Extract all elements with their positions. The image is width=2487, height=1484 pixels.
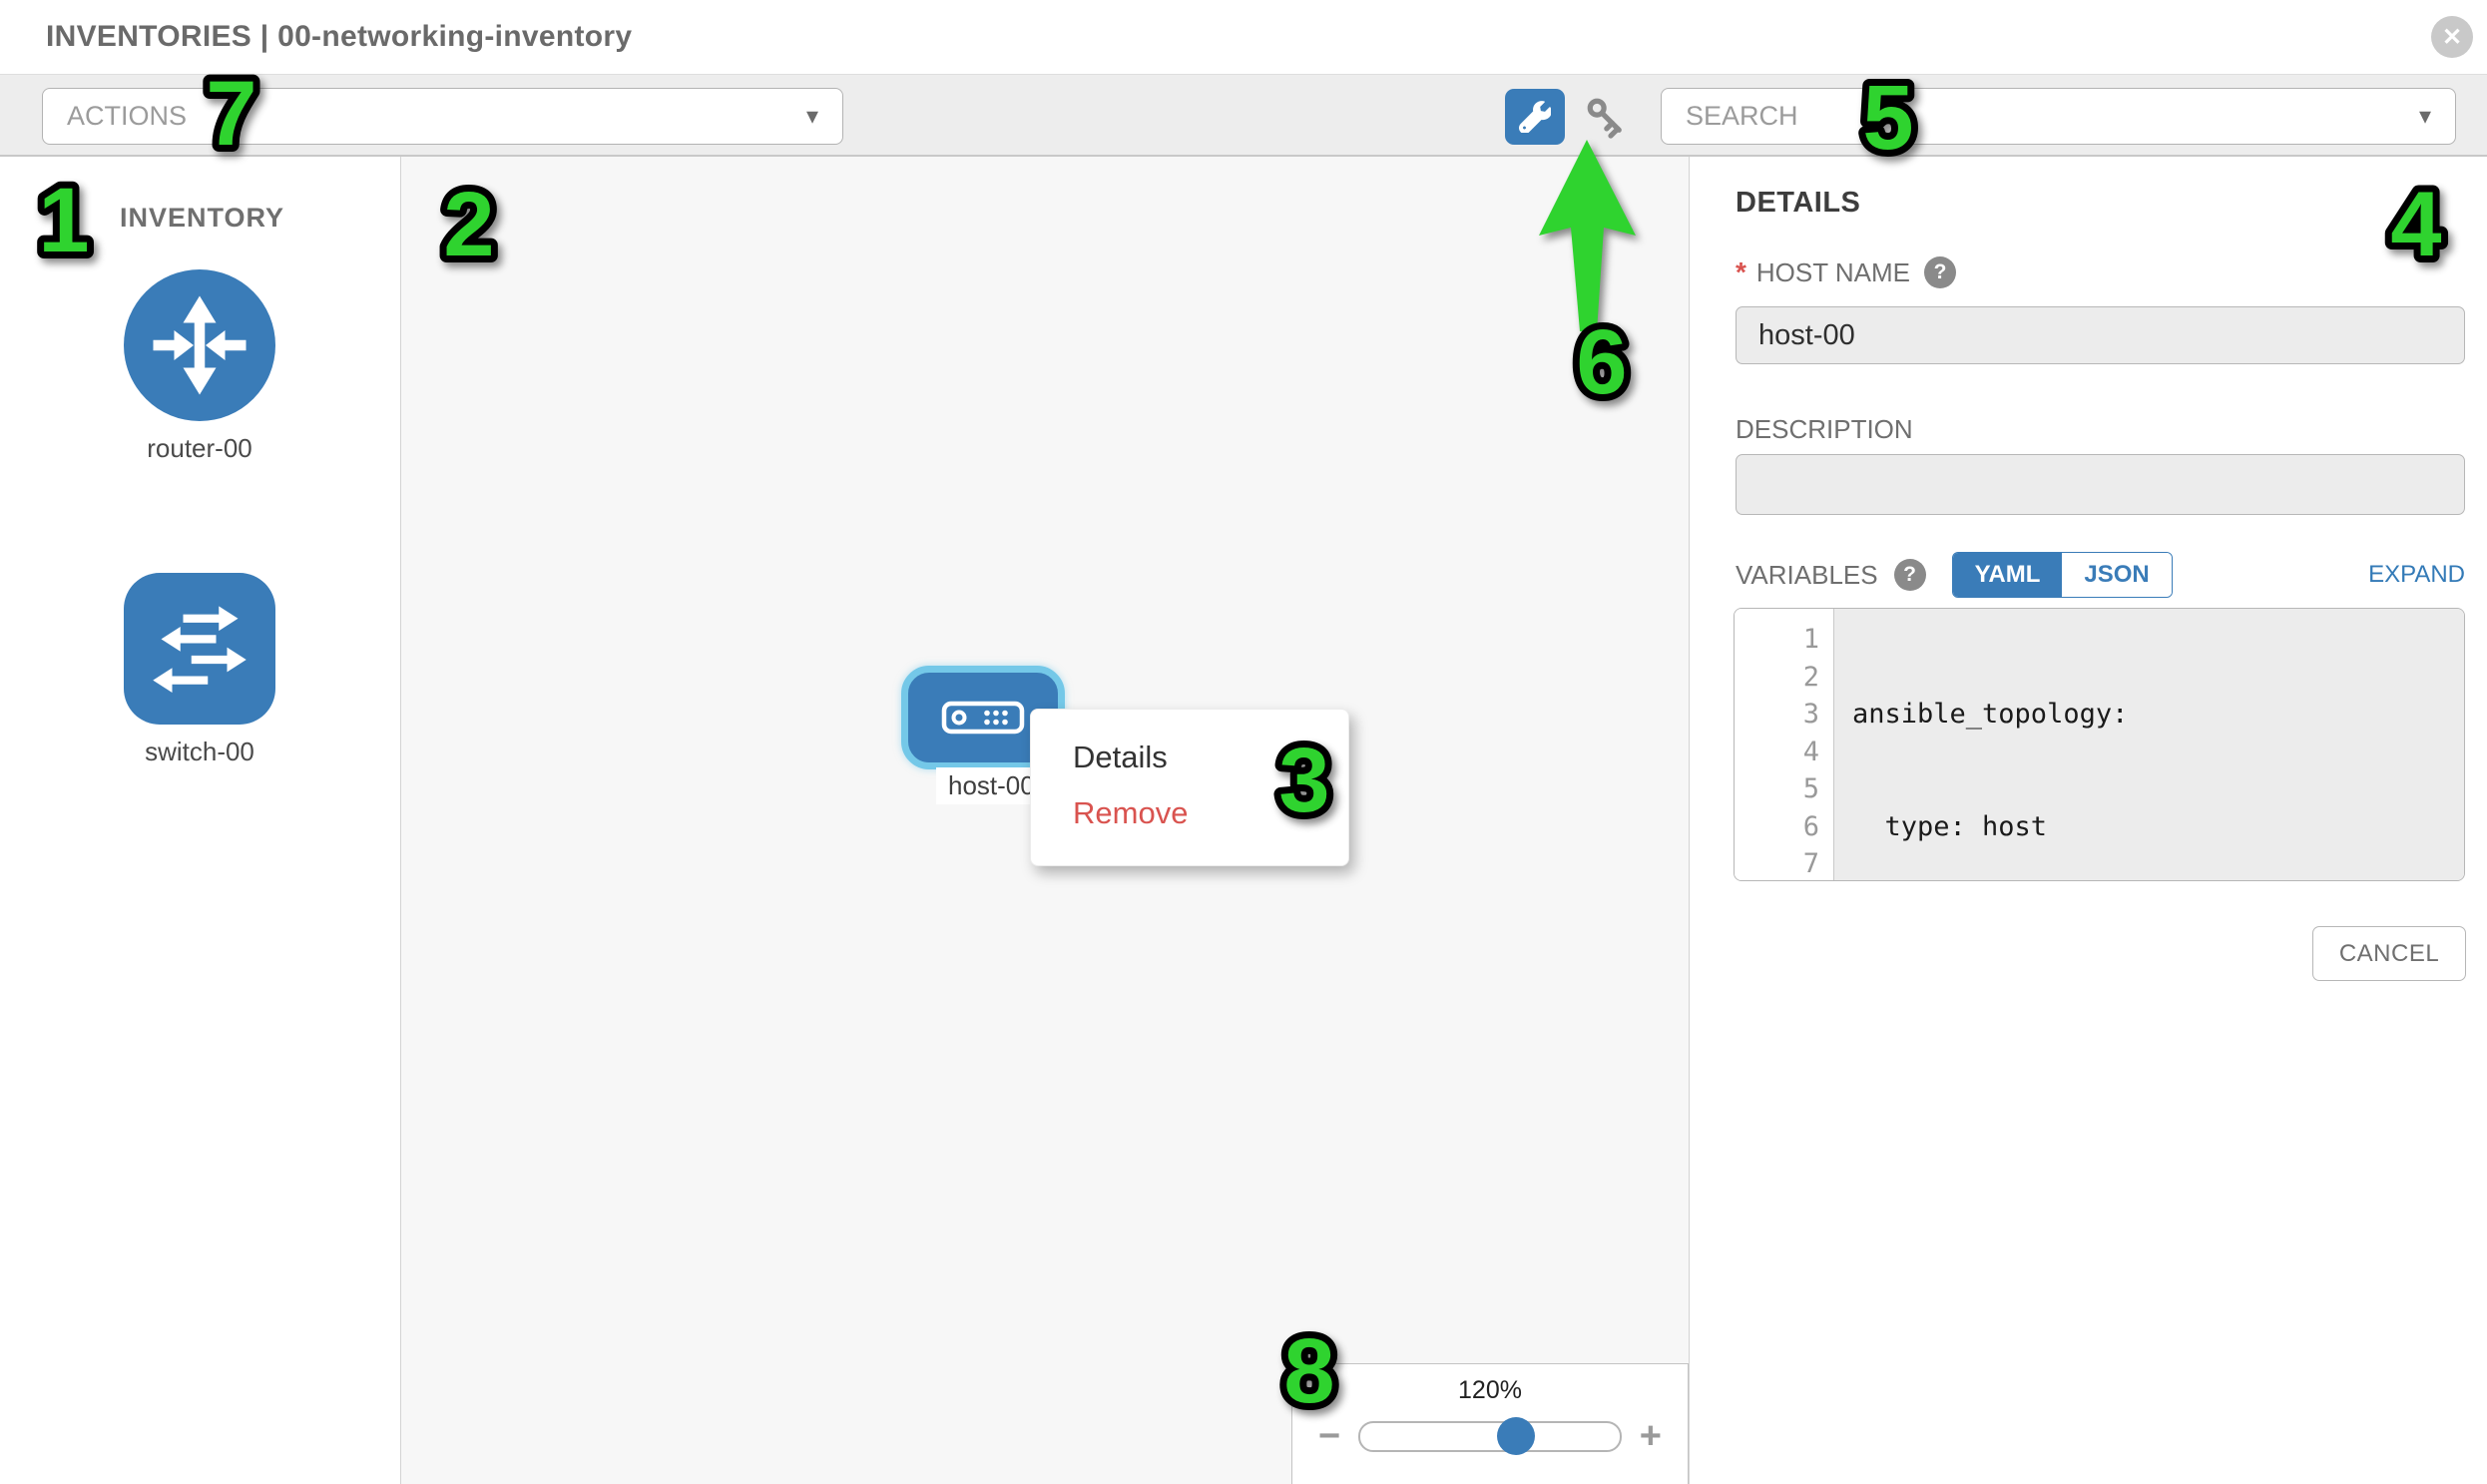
zoom-level: 120% <box>1292 1376 1688 1405</box>
header: INVENTORIES | 00-networking-inventory ✕ <box>0 0 2487 74</box>
editor-code[interactable]: ansible_topology: type: host name: host-… <box>1834 609 2464 880</box>
router-icon <box>124 269 275 421</box>
context-menu: Details Remove <box>1030 709 1349 866</box>
code-line: ansible_topology: <box>1852 696 2464 734</box>
key-icon <box>1581 92 1633 144</box>
actions-dropdown[interactable]: ACTIONS ▾ <box>42 88 843 145</box>
wrench-icon <box>1519 101 1551 133</box>
json-tab[interactable]: JSON <box>2062 553 2171 597</box>
variables-label-group: VARIABLES ? <box>1736 559 1926 591</box>
details-panel: DETAILS * HOST NAME ? host-00 DESCRIPTIO… <box>1690 157 2487 1484</box>
zoom-in-button[interactable]: + <box>1640 1417 1662 1455</box>
sidebar-item-router[interactable]: router-00 <box>120 269 279 464</box>
yaml-tab[interactable]: YAML <box>1953 553 2063 597</box>
variables-editor: 1 2 3 4 5 6 7 ansible_topology: type: ho… <box>1734 608 2465 881</box>
menu-item-details[interactable]: Details <box>1031 730 1348 785</box>
minus-icon: − <box>1318 1415 1340 1457</box>
code-line: type: host <box>1852 808 2464 846</box>
chevron-down-icon: ▾ <box>2419 102 2431 131</box>
switch-icon <box>124 573 275 725</box>
toolbar: ACTIONS ▾ SEARCH ▾ <box>0 74 2487 157</box>
chevron-down-icon: ▾ <box>806 102 818 131</box>
required-asterisk: * <box>1736 256 1746 288</box>
topology-canvas[interactable]: host-00 Details Remove 120% − + <box>401 157 1690 1484</box>
menu-item-remove[interactable]: Remove <box>1031 785 1348 841</box>
zoom-out-button[interactable]: − <box>1318 1417 1340 1455</box>
variables-row: VARIABLES ? YAML JSON EXPAND <box>1736 552 2465 598</box>
description-label-row: DESCRIPTION <box>1736 414 1913 445</box>
actions-dropdown-label: ACTIONS <box>67 101 187 132</box>
format-toggle: YAML JSON <box>1952 552 2173 598</box>
inventory-topology-page: INVENTORIES | 00-networking-inventory ✕ … <box>0 0 2487 1484</box>
search-dropdown-label: SEARCH <box>1686 101 1798 132</box>
inventory-sidebar: INVENTORY router-00 <box>0 157 401 1484</box>
details-heading: DETAILS <box>1736 187 1860 220</box>
cancel-button[interactable]: CANCEL <box>2312 926 2466 981</box>
close-icon: ✕ <box>2442 23 2462 52</box>
page-title: INVENTORIES | 00-networking-inventory <box>46 20 632 54</box>
expand-link[interactable]: EXPAND <box>2368 561 2465 589</box>
line-number: 4 <box>1735 734 1819 771</box>
line-number: 3 <box>1735 696 1819 734</box>
search-dropdown[interactable]: SEARCH ▾ <box>1661 88 2456 145</box>
host-name-label: HOST NAME <box>1756 257 1910 288</box>
help-icon[interactable]: ? <box>1894 559 1926 591</box>
plus-icon: + <box>1640 1415 1662 1457</box>
sidebar-item-switch[interactable]: switch-00 <box>120 573 279 767</box>
zoom-slider-track[interactable] <box>1358 1421 1622 1452</box>
device-label: switch-00 <box>120 737 279 767</box>
host-icon <box>941 701 1025 735</box>
line-number: 1 <box>1735 621 1819 659</box>
editor-gutter: 1 2 3 4 5 6 7 <box>1735 609 1834 880</box>
line-number: 7 <box>1735 845 1819 881</box>
device-label: router-00 <box>120 433 279 464</box>
description-label: DESCRIPTION <box>1736 414 1913 445</box>
credentials-key-button[interactable] <box>1577 93 1637 143</box>
zoom-widget: 120% − + <box>1291 1363 1689 1484</box>
line-number: 6 <box>1735 808 1819 846</box>
line-number: 2 <box>1735 659 1819 697</box>
zoom-slider-knob[interactable] <box>1497 1417 1535 1455</box>
host-name-input[interactable]: host-00 <box>1736 306 2465 364</box>
line-number: 5 <box>1735 770 1819 808</box>
help-icon[interactable]: ? <box>1924 256 1956 288</box>
host-name-label-row: * HOST NAME ? <box>1736 256 1956 288</box>
configure-topology-button[interactable] <box>1505 89 1565 145</box>
inventory-heading: INVENTORY <box>120 203 284 234</box>
description-input[interactable] <box>1736 454 2465 515</box>
variables-label: VARIABLES <box>1736 560 1878 591</box>
close-button[interactable]: ✕ <box>2431 16 2473 58</box>
